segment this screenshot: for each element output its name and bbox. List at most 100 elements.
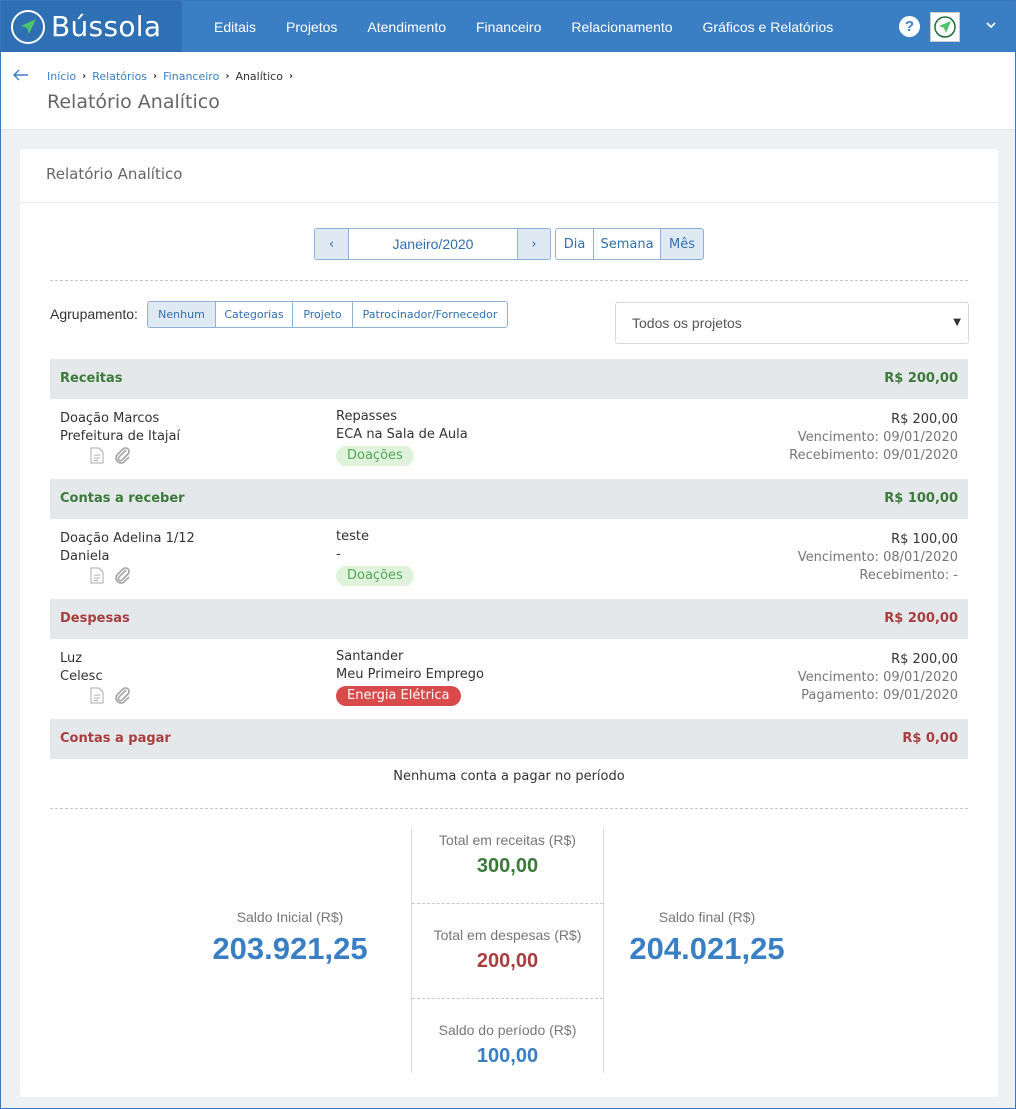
entry-project: Meu Primeiro Emprego	[336, 667, 484, 682]
section-total: R$ 200,00	[884, 371, 958, 386]
total-expenses: Total em despesas (R$) 200,00	[412, 924, 603, 1019]
document-icon[interactable]	[90, 447, 104, 468]
back-arrow-icon[interactable]	[13, 66, 29, 85]
section-total: R$ 200,00	[884, 611, 958, 626]
section-name: Contas a receber	[60, 491, 185, 506]
entry-party: Prefeitura de Itajaí	[60, 429, 181, 444]
view-week-button[interactable]: Semana	[593, 228, 661, 260]
paperclip-icon[interactable]	[114, 446, 131, 468]
previous-period-button[interactable]: ‹	[314, 228, 349, 260]
entry-title: Doação Marcos	[60, 411, 160, 426]
entry-due-date: Vencimento: 08/01/2020	[797, 550, 958, 565]
entry-amount: R$ 100,00	[891, 532, 958, 547]
entry-amount: R$ 200,00	[891, 652, 958, 667]
entry-account: Repasses	[336, 409, 397, 424]
entry-account: Santander	[336, 649, 404, 664]
divider	[50, 280, 968, 281]
section-name: Contas a pagar	[60, 731, 171, 746]
list-item[interactable]: Doação Adelina 1/12 Daniela teste - Doaç…	[50, 519, 968, 599]
section-despesas-header: Despesas R$ 200,00	[50, 599, 968, 639]
section-total: R$ 0,00	[902, 731, 958, 746]
entry-account: teste	[336, 529, 369, 544]
paperclip-icon[interactable]	[114, 566, 131, 588]
category-tag: Energia Elétrica	[336, 686, 461, 706]
nav-item-relacionamento[interactable]: Relacionamento	[556, 19, 687, 35]
final-balance: Saldo final (R$) 204.021,25	[587, 909, 827, 967]
initial-balance: Saldo Inicial (R$) 203.921,25	[170, 909, 410, 967]
breadcrumb-inicio[interactable]: Início	[47, 70, 76, 83]
brand[interactable]: Bússola	[1, 1, 182, 52]
breadcrumb-separator-icon: ›	[225, 71, 230, 82]
breadcrumb-financeiro[interactable]: Financeiro	[163, 70, 219, 83]
page-title: Relatório Analítico	[47, 91, 220, 113]
breadcrumb-analitico: Analítico	[235, 70, 283, 83]
period-totals: Total em receitas (R$) 300,00 Total em d…	[411, 829, 604, 1073]
document-icon[interactable]	[90, 567, 104, 588]
entry-paid-date: Recebimento: 09/01/2020	[789, 448, 958, 463]
list-item[interactable]: Luz Celesc Santander Meu Primeiro Empreg…	[50, 639, 968, 719]
compass-avatar-icon	[934, 16, 956, 38]
divider	[412, 998, 603, 999]
project-select-value: Todos os projetos	[632, 315, 742, 331]
total-income-label: Total em receitas (R$)	[439, 832, 576, 848]
card-title: Relatório Analítico	[46, 165, 183, 183]
compass-logo-icon	[11, 9, 45, 44]
period-balance-value: 100,00	[476, 1045, 539, 1067]
total-income: Total em receitas (R$) 300,00	[412, 829, 603, 924]
period-balance-label: Saldo do período (R$)	[438, 1022, 577, 1038]
entry-title: Doação Adelina 1/12	[60, 531, 195, 546]
entry-title: Luz	[60, 651, 83, 666]
help-icon[interactable]: ?	[899, 16, 920, 37]
section-name: Despesas	[60, 611, 130, 626]
group-none-button[interactable]: Nenhum	[147, 301, 216, 328]
view-day-button[interactable]: Dia	[555, 228, 594, 260]
page-header: Início › Relatórios › Financeiro › Analí…	[1, 52, 1015, 130]
entry-party: Daniela	[60, 549, 110, 564]
caret-down-icon: ▼	[953, 317, 961, 328]
empty-message: Nenhuma conta a pagar no período	[393, 769, 625, 784]
category-tag: Doações	[336, 446, 414, 466]
breadcrumb-separator-icon: ›	[153, 71, 158, 82]
paperclip-icon[interactable]	[114, 686, 131, 708]
total-expenses-label: Total em despesas (R$)	[433, 927, 582, 943]
entry-paid-date: Recebimento: -	[859, 568, 958, 583]
period-balance: Saldo do período (R$) 100,00	[412, 1019, 603, 1109]
group-categories-button[interactable]: Categorias	[215, 301, 293, 328]
chevron-down-icon[interactable]	[986, 18, 996, 32]
period-label[interactable]: Janeiro/2020	[349, 228, 517, 260]
nav-item-financeiro[interactable]: Financeiro	[461, 19, 556, 35]
total-income-value: 300,00	[476, 855, 539, 877]
next-period-button[interactable]: ›	[517, 228, 551, 260]
nav-item-graficos-relatorios[interactable]: Gráficos e Relatórios	[688, 19, 849, 35]
section-contas-a-receber-header: Contas a receber R$ 100,00	[50, 479, 968, 519]
entry-party: Celesc	[60, 669, 103, 684]
list-item[interactable]: Doação Marcos Prefeitura de Itajaí Repas…	[50, 399, 968, 479]
breadcrumb-separator-icon: ›	[288, 71, 294, 82]
breadcrumb-relatorios[interactable]: Relatórios	[92, 70, 147, 83]
section-contas-a-pagar-header: Contas a pagar R$ 0,00	[50, 719, 968, 759]
group-project-button[interactable]: Projeto	[292, 301, 353, 328]
breadcrumb-separator-icon: ›	[82, 71, 87, 82]
entry-paid-date: Pagamento: 09/01/2020	[801, 688, 958, 703]
breadcrumb: Início › Relatórios › Financeiro › Analí…	[47, 70, 299, 83]
entry-amount: R$ 200,00	[891, 412, 958, 427]
document-icon[interactable]	[90, 687, 104, 708]
nav-item-editais[interactable]: Editais	[199, 19, 271, 35]
entry-due-date: Vencimento: 09/01/2020	[797, 670, 958, 685]
project-select[interactable]: Todos os projetos ▼	[615, 302, 969, 344]
total-expenses-value: 200,00	[476, 950, 539, 972]
group-sponsor-supplier-button[interactable]: Patrocinador/Fornecedor	[352, 301, 508, 328]
nav-item-projetos[interactable]: Projetos	[271, 19, 352, 35]
nav-item-atendimento[interactable]: Atendimento	[352, 19, 461, 35]
section-total: R$ 100,00	[884, 491, 958, 506]
period-navigator: ‹ Janeiro/2020 ›	[314, 228, 551, 260]
initial-balance-label: Saldo Inicial (R$)	[236, 909, 344, 925]
grouping-label: Agrupamento:	[50, 306, 138, 322]
view-month-button[interactable]: Mês	[660, 228, 704, 260]
card-divider	[20, 202, 998, 203]
section-name: Receitas	[60, 371, 123, 386]
avatar[interactable]	[930, 12, 960, 42]
entry-project: ECA na Sala de Aula	[336, 427, 468, 442]
category-tag: Doações	[336, 566, 414, 586]
final-balance-value: 204.021,25	[629, 931, 785, 966]
